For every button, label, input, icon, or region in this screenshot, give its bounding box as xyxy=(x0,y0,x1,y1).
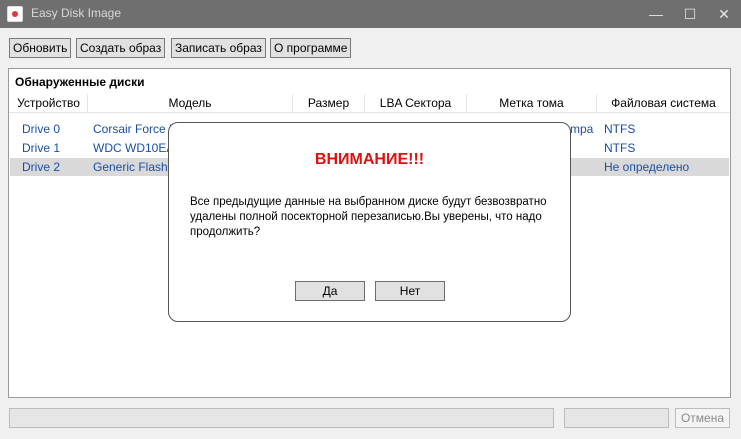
header-divider xyxy=(9,112,730,113)
title-bar[interactable]: Easy Disk Image — ☐ ✕ xyxy=(0,0,741,28)
column-volume-label[interactable]: Метка тома xyxy=(467,94,597,112)
device-cell: Drive 2 xyxy=(22,160,61,174)
column-device[interactable]: Устройство xyxy=(10,94,88,112)
maximize-button[interactable]: ☐ xyxy=(673,0,707,28)
device-cell: Drive 0 xyxy=(22,122,61,136)
filesystem-cell: NTFS xyxy=(604,141,636,155)
volume-label-cell: mpa xyxy=(570,122,594,136)
write-image-button[interactable]: Записать образ xyxy=(171,38,266,58)
filesystem-cell: Не определено xyxy=(604,160,690,174)
yes-button[interactable]: Да xyxy=(295,281,365,301)
warning-dialog: ВНИМАНИЕ!!! Все предыдущие данные на выб… xyxy=(168,122,571,322)
column-model[interactable]: Модель xyxy=(88,94,293,112)
app-icon xyxy=(7,6,23,22)
create-image-button[interactable]: Создать образ xyxy=(76,38,166,58)
refresh-button[interactable]: Обновить xyxy=(9,38,72,58)
model-cell: WDC WD10EA xyxy=(93,141,173,155)
window-title: Easy Disk Image xyxy=(31,6,122,20)
group-title: Обнаруженные диски xyxy=(15,75,145,89)
minimize-button[interactable]: — xyxy=(639,0,673,28)
model-cell: Generic Flash D xyxy=(93,160,173,174)
column-size[interactable]: Размер xyxy=(293,94,365,112)
warning-title: ВНИМАНИЕ!!! xyxy=(314,151,425,168)
progress-bar xyxy=(9,408,554,428)
column-lba[interactable]: LBA Сектора xyxy=(365,94,467,112)
column-filesystem[interactable]: Файловая система xyxy=(597,94,730,112)
about-button[interactable]: О программе xyxy=(270,38,352,58)
close-button[interactable]: ✕ xyxy=(707,0,741,28)
filesystem-cell: NTFS xyxy=(604,122,636,136)
no-button[interactable]: Нет xyxy=(375,281,445,301)
warning-message: Все предыдущие данные на выбранном диске… xyxy=(190,196,547,238)
device-cell: Drive 1 xyxy=(22,141,61,155)
cancel-button[interactable]: Отмена xyxy=(675,408,730,428)
model-cell: Corsair Force L xyxy=(93,122,173,136)
progress-bar-2 xyxy=(564,408,669,428)
